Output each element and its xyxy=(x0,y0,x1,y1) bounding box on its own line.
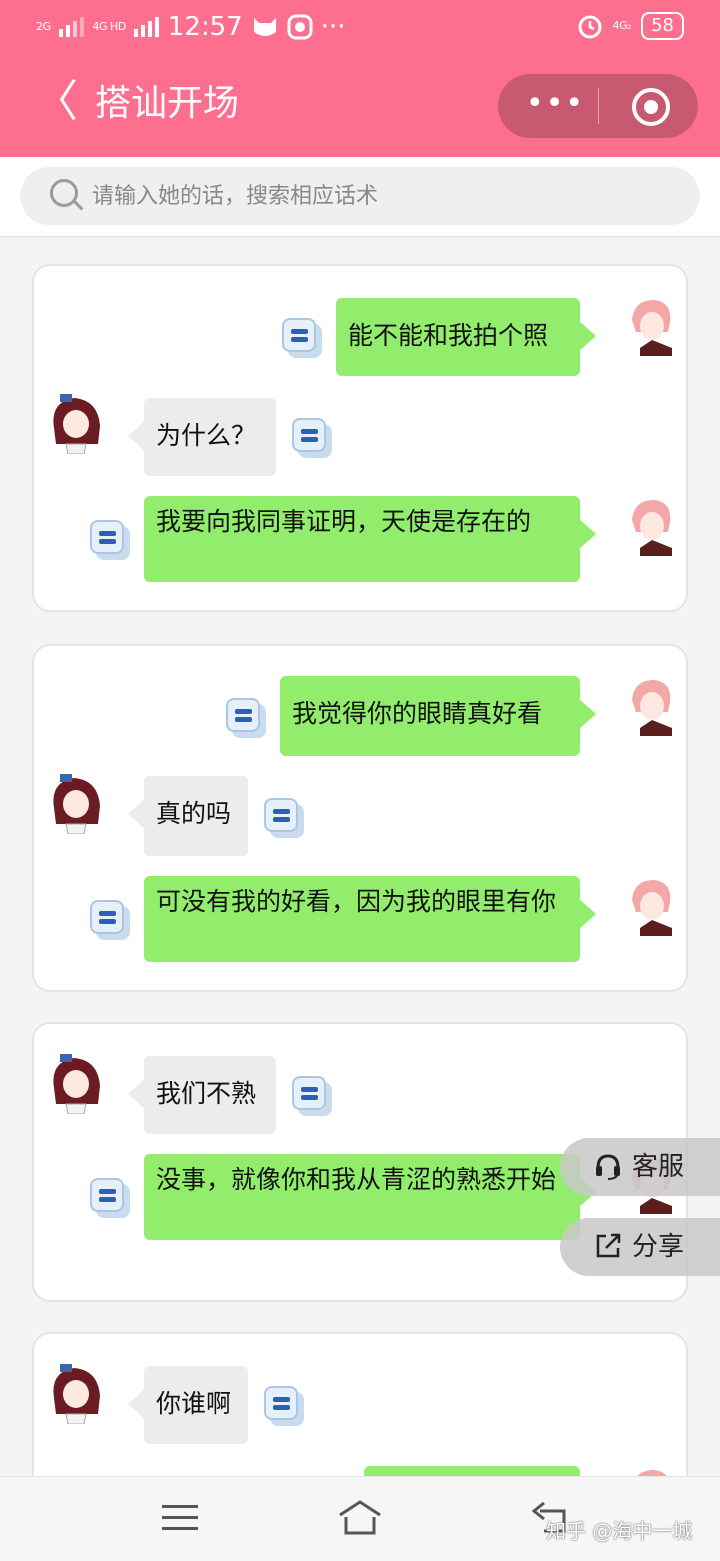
her-message-bubble: 真的吗 xyxy=(128,776,248,856)
close-miniapp-button[interactable] xyxy=(632,88,670,126)
copy-icon[interactable] xyxy=(292,418,332,458)
copy-icon[interactable] xyxy=(282,318,322,358)
miniapp-capsule: ••• xyxy=(498,74,698,138)
more-notifications-icon: ··· xyxy=(320,12,346,42)
search-bar xyxy=(0,157,720,237)
message-text: 能不能和我拍个照 xyxy=(348,321,549,350)
share-icon xyxy=(596,1233,621,1258)
more-menu-button[interactable]: ••• xyxy=(526,84,583,128)
copy-icon[interactable] xyxy=(292,1076,332,1116)
menu-icon[interactable] xyxy=(162,1503,198,1533)
signal-icon xyxy=(133,17,159,37)
male-avatar xyxy=(632,880,672,936)
my-message-bubble: 可没有我的好看，因为我的眼里有你 xyxy=(144,876,596,962)
copy-icon[interactable] xyxy=(90,1178,130,1218)
search-icon xyxy=(50,179,78,207)
her-message-bubble: 为什么？ xyxy=(128,398,276,476)
share-label: 分享 xyxy=(632,1232,685,1262)
dialog-card: 我觉得你的眼睛真好看 真的吗 可没有我的好看，因为我的眼里有你 xyxy=(32,644,688,992)
back-button[interactable]: 〈 xyxy=(34,80,78,124)
copy-icon[interactable] xyxy=(264,1386,304,1426)
status-bar: 2G 4G HD 12:57 ··· 4G₂ 58 xyxy=(36,10,684,46)
message-text: 我觉得你的眼睛真好看 xyxy=(292,699,543,728)
female-avatar xyxy=(53,1364,100,1424)
share-button[interactable]: 分享 xyxy=(560,1218,720,1276)
message-text: 我要向我同事证明，天使是存在的 xyxy=(156,507,532,536)
customer-service-label: 客服 xyxy=(632,1152,685,1182)
top-bar: 2G 4G HD 12:57 ··· 4G₂ 58 〈 搭讪开场 ••• xyxy=(0,0,720,157)
message-text: 可没有我的好看，因为我的眼里有你 xyxy=(156,887,557,916)
my-message-bubble: 没事，就像你和我从青涩的熟悉开始 xyxy=(144,1154,596,1240)
signal-4g2-label: 4G₂ xyxy=(612,19,632,32)
message-text: 没事，就像你和我从青涩的熟悉开始 xyxy=(156,1165,557,1194)
her-message-bubble: 我们不熟 xyxy=(128,1056,276,1134)
headset-icon xyxy=(596,1154,620,1180)
copy-icon[interactable] xyxy=(90,900,130,940)
notification-app-icon xyxy=(253,18,276,36)
search-box[interactable] xyxy=(20,167,700,225)
my-message-bubble: 我觉得你的眼睛真好看 xyxy=(280,676,596,756)
message-text: 你谁啊 xyxy=(156,1389,232,1418)
signal-4g-label: 4G HD xyxy=(92,20,127,33)
message-text: 为什么？ xyxy=(156,421,257,450)
nav-bar: 〈 搭讪开场 ••• xyxy=(0,66,720,150)
home-icon[interactable] xyxy=(336,1499,384,1535)
copy-icon[interactable] xyxy=(226,698,266,738)
male-avatar xyxy=(632,500,672,556)
her-message-bubble: 你谁啊 xyxy=(128,1366,248,1444)
signal-icon xyxy=(58,17,84,37)
my-message-bubble: 能不能和我拍个照 xyxy=(336,298,596,376)
copy-icon[interactable] xyxy=(90,520,130,560)
clock: 12:57 xyxy=(167,12,243,42)
watermark: 知乎 @海中一城 xyxy=(546,1519,693,1543)
battery-indicator: 58 xyxy=(641,12,684,40)
message-text: 我们不熟 xyxy=(156,1079,257,1108)
male-avatar xyxy=(632,300,672,356)
alarm-icon xyxy=(578,15,602,39)
female-avatar xyxy=(53,394,100,454)
my-message-bubble: 我要向我同事证明，天使是存在的 xyxy=(144,496,596,582)
notification-app-icon xyxy=(287,14,313,40)
female-avatar xyxy=(53,1054,100,1114)
male-avatar xyxy=(632,680,672,736)
search-input[interactable] xyxy=(90,175,674,217)
female-avatar xyxy=(53,774,100,834)
copy-icon[interactable] xyxy=(264,798,304,838)
capsule-divider xyxy=(598,88,599,124)
dialog-card: 能不能和我拍个照 为什么？ 我要向我同事证明，天使是存在的 xyxy=(32,264,688,612)
signal-2g-label: 2G xyxy=(36,20,51,33)
page-title: 搭讪开场 xyxy=(95,83,240,124)
customer-service-button[interactable]: 客服 xyxy=(560,1138,720,1196)
message-text: 真的吗 xyxy=(156,799,232,828)
